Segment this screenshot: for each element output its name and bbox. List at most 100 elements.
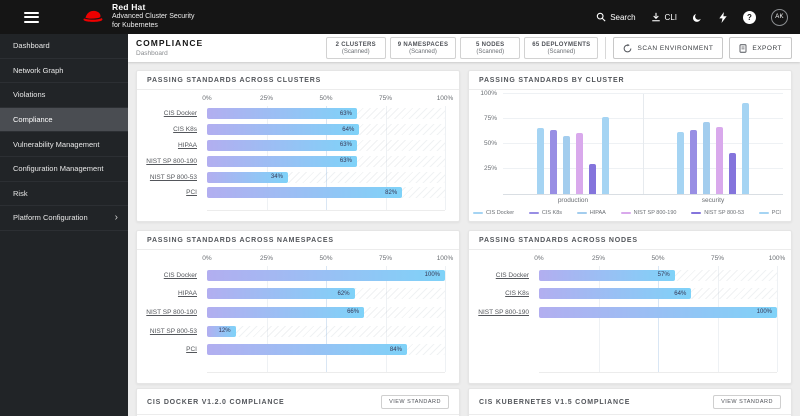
standard-link[interactable]: CIS Docker — [143, 110, 207, 117]
bar[interactable]: 84% — [207, 344, 407, 356]
bar[interactable]: 62% — [207, 288, 355, 300]
bar-rows: CIS Docker 57% CIS K8s 64% NIST SP 800-190 10… — [475, 266, 778, 377]
sidebar-item-platform-configuration[interactable]: Platform Configuration › — [0, 206, 128, 231]
scan-environment-button[interactable]: SCAN ENVIRONMENT — [613, 37, 724, 59]
sidebar-item-violations[interactable]: Violations — [0, 83, 128, 108]
group-label-security[interactable]: security — [643, 195, 783, 207]
bar-track: 84% — [207, 344, 445, 356]
bar[interactable]: 63% — [207, 155, 357, 167]
standard-link[interactable]: NIST SP 800-190 — [143, 158, 207, 165]
chart-passing-standards-across-nodes: 0% 25% 50% 75% 100% CIS Docker 57% CIS K8s 64% NI… — [469, 250, 791, 383]
group-label-production[interactable]: production — [503, 195, 643, 207]
entity-tile-nodes[interactable]: 5 NODES (Scanned) — [460, 37, 521, 59]
view-standard-button-cis-kubernetes[interactable]: VIEW STANDARD — [713, 395, 781, 409]
bar[interactable]: 34% — [207, 171, 288, 183]
bar[interactable]: 57% — [539, 269, 675, 281]
standard-link[interactable]: HIPAA — [143, 142, 207, 149]
export-icon — [739, 43, 747, 53]
bar-value-label: 100% — [756, 309, 772, 316]
bar-nist-sp-800-53[interactable] — [729, 153, 737, 194]
theme-toggle-button[interactable] — [692, 12, 703, 23]
tile-note: (Scanned) — [341, 48, 370, 55]
export-button[interactable]: EXPORT — [729, 37, 792, 59]
standard-link[interactable]: NIST SP 800-53 — [143, 174, 207, 181]
bar-row-cis-docker: CIS Docker 63% — [143, 106, 445, 122]
bar-row-nist-sp-800-190: NIST SP 800-190 66% — [143, 303, 445, 322]
standard-link[interactable]: PCI — [143, 346, 207, 353]
bar[interactable]: 64% — [207, 124, 360, 136]
x-axis-tick-label: 0% — [534, 255, 544, 262]
standard-link[interactable]: PCI — [143, 189, 207, 196]
bar-cis-docker[interactable] — [677, 132, 685, 194]
bar[interactable]: 64% — [539, 288, 692, 300]
sidebar-item-vulnerability-management[interactable]: Vulnerability Management — [0, 132, 128, 157]
bar-track: 66% — [207, 306, 445, 318]
standard-link[interactable]: CIS K8s — [475, 290, 539, 297]
bar-value-label: 82% — [385, 189, 398, 196]
standard-link[interactable]: CIS Docker — [143, 272, 207, 279]
bar[interactable]: 12% — [207, 325, 236, 337]
entity-tile-namespaces[interactable]: 9 NAMESPACES (Scanned) — [389, 37, 457, 59]
legend-label: CIS Docker — [486, 210, 515, 216]
bar-nist-sp-800-53[interactable] — [588, 164, 596, 194]
bar[interactable]: 66% — [207, 306, 365, 318]
sidebar-item-label: Risk — [13, 188, 28, 198]
bar-row-nist-sp-800-53: NIST SP 800-53 12% — [143, 322, 445, 341]
standard-link[interactable]: NIST SP 800-190 — [475, 309, 539, 316]
x-axis-tick-label: 100% — [768, 255, 786, 262]
legend-item-cis-docker: CIS Docker — [473, 210, 514, 216]
standard-link[interactable]: CIS K8s — [143, 126, 207, 133]
standard-link[interactable]: HIPAA — [143, 290, 207, 297]
entity-tile-clusters[interactable]: 2 CLUSTERS (Scanned) — [325, 37, 386, 59]
bar-track: 64% — [207, 124, 445, 136]
y-axis-tick-label: 50% — [483, 140, 497, 147]
header-divider — [605, 37, 607, 59]
bar-value-label: 63% — [339, 158, 352, 165]
standard-link[interactable]: NIST SP 800-190 — [143, 309, 207, 316]
view-standard-button-cis-docker[interactable]: VIEW STANDARD — [381, 395, 449, 409]
x-axis-ticks: 0% 25% 50% 75% 100% — [202, 93, 453, 106]
bar[interactable]: 100% — [539, 306, 777, 318]
entity-tile-deployments[interactable]: 65 DEPLOYMENTS (Scanned) — [524, 37, 599, 59]
legend-label: HIPAA — [589, 210, 606, 216]
bar-hipaa[interactable] — [703, 122, 711, 194]
bar-nist-sp-800-190[interactable] — [575, 133, 583, 194]
user-avatar[interactable]: AK — [771, 8, 788, 26]
sidebar-item-risk[interactable]: Risk — [0, 182, 128, 207]
bar[interactable]: 63% — [207, 139, 357, 151]
sidebar-item-dashboard[interactable]: Dashboard — [0, 34, 128, 59]
search-button[interactable]: Search — [596, 12, 636, 22]
quick-actions-button[interactable] — [718, 11, 728, 23]
bar-group-production — [503, 94, 643, 194]
bar[interactable]: 63% — [207, 108, 357, 120]
panel-title-by-cluster: PASSING STANDARDS BY CLUSTER — [469, 71, 791, 90]
panel-cis-docker-compliance: CIS DOCKER V1.2.0 COMPLIANCE VIEW STANDA… — [136, 388, 460, 416]
bar-cis-k8s[interactable] — [690, 130, 698, 194]
page-title: COMPLIANCE — [136, 38, 204, 48]
bar-value-label: 100% — [424, 272, 440, 279]
bar-nist-sp-800-190[interactable] — [716, 127, 724, 194]
bar-value-label: 57% — [657, 272, 670, 279]
bar-pci[interactable] — [742, 103, 750, 194]
standard-link[interactable]: CIS Docker — [475, 272, 539, 279]
bar-track: 12% — [207, 325, 445, 337]
menu-toggle-icon[interactable] — [24, 11, 39, 23]
sidebar-item-configuration-management[interactable]: Configuration Management — [0, 157, 128, 182]
tile-count-label: 5 NODES — [476, 41, 505, 48]
help-button[interactable]: ? — [743, 10, 756, 24]
bar-cis-k8s[interactable] — [549, 130, 557, 194]
tile-count-label: 2 CLUSTERS — [335, 41, 376, 48]
cli-button[interactable]: CLI — [651, 12, 677, 22]
bar-row-nist-sp-800-190: NIST SP 800-190 100% — [475, 303, 777, 322]
bar-hipaa[interactable] — [562, 136, 570, 194]
bar[interactable]: 100% — [207, 269, 445, 281]
sidebar-item-network-graph[interactable]: Network Graph — [0, 59, 128, 84]
bar-value-label: 63% — [339, 142, 352, 149]
bar[interactable]: 82% — [207, 187, 403, 199]
chart-passing-standards-across-clusters: 0% 25% 50% 75% 100% CIS Docker 63% CIS K8s 64% HI… — [137, 90, 459, 221]
brand: Red Hat Advanced Cluster Security for Ku… — [81, 3, 194, 31]
standard-link[interactable]: NIST SP 800-53 — [143, 328, 207, 335]
sidebar-item-compliance[interactable]: Compliance — [0, 107, 128, 133]
bar-cis-docker[interactable] — [536, 128, 544, 194]
bar-pci[interactable] — [601, 117, 609, 194]
